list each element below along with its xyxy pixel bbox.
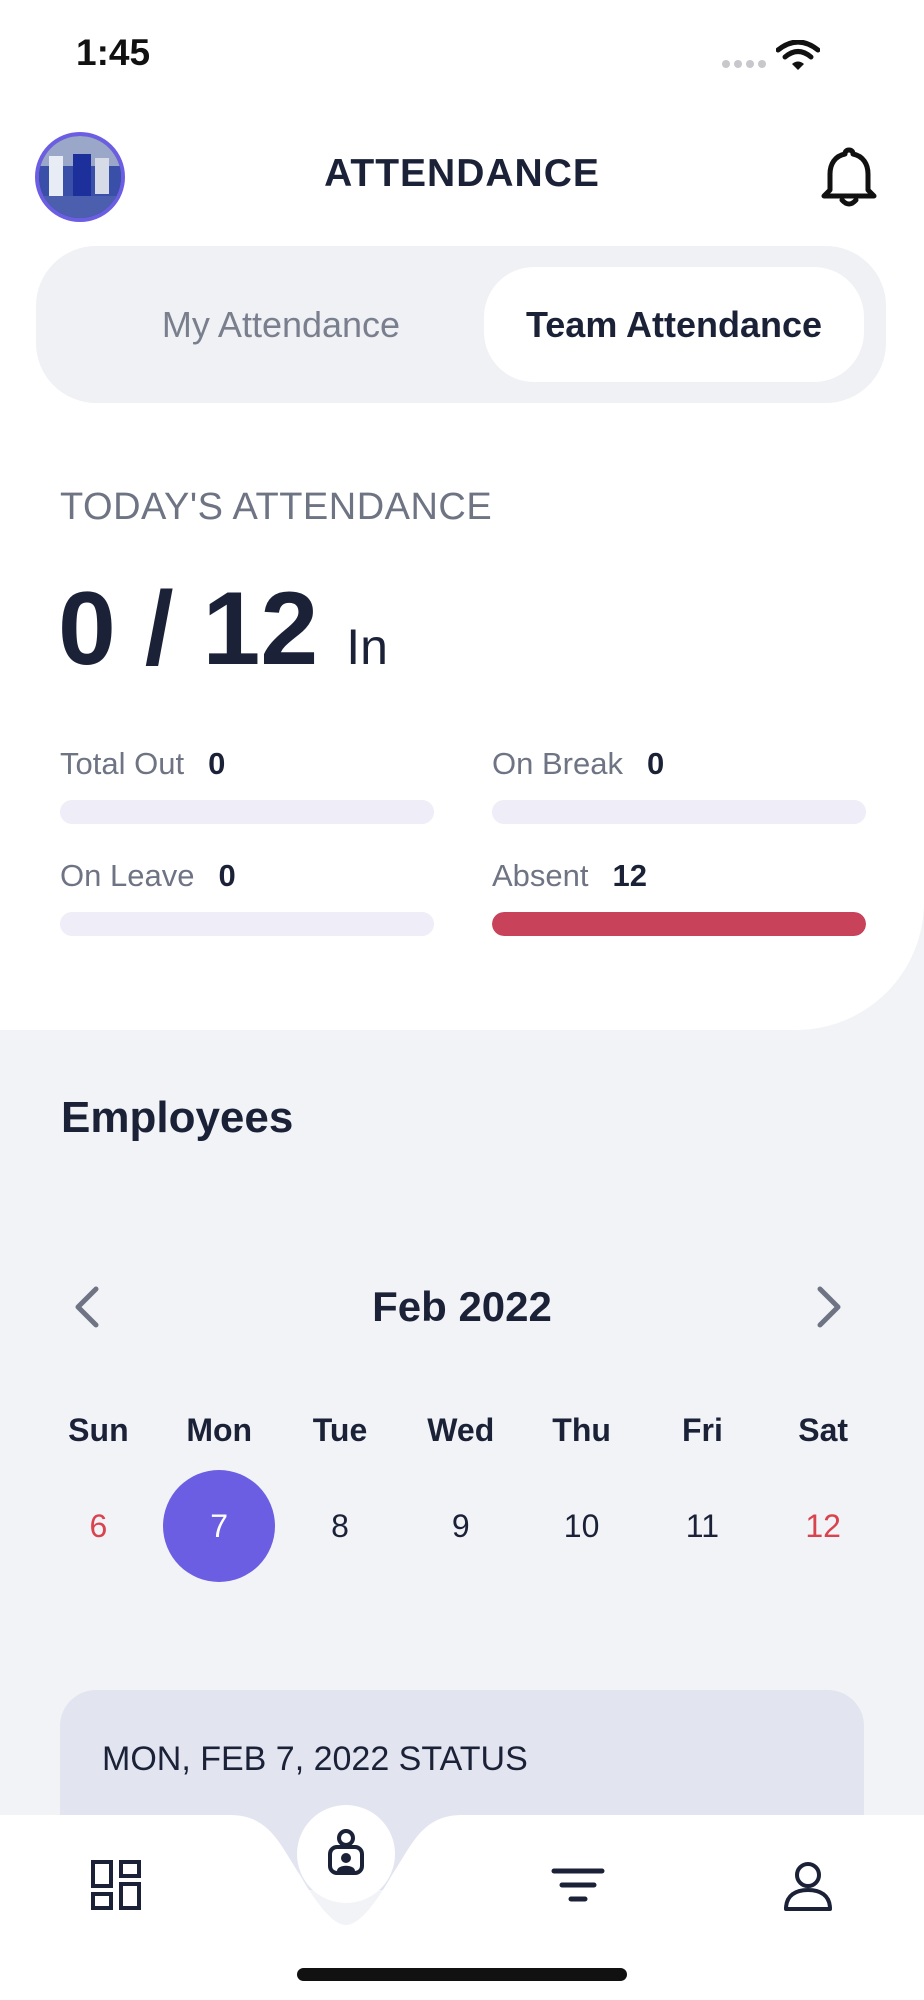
calendar-day-number: 6	[89, 1507, 108, 1544]
calendar-day[interactable]: 8	[280, 1470, 401, 1582]
metric-total-out: Total Out 0	[60, 746, 434, 824]
metric-label: Absent	[492, 858, 589, 893]
header: ATTENDANCE	[0, 120, 924, 240]
screen: 1:45 ATTENDANCE My Attendance Team Atten…	[0, 0, 924, 2000]
weekday-label: Tue	[312, 1412, 368, 1448]
weekday-label: Mon	[186, 1412, 253, 1448]
cellular-signal-icon	[722, 60, 766, 68]
calendar-week-row: 6 7 8 9 10 11 12	[38, 1470, 902, 1582]
attendance-count-value: 0 / 12	[58, 571, 319, 687]
metric-on-leave: On Leave 0	[60, 858, 434, 936]
bell-icon[interactable]	[818, 146, 880, 210]
metric-bar	[60, 800, 434, 824]
dashboard-icon[interactable]	[86, 1855, 146, 1915]
metric-value: 0	[208, 746, 226, 781]
metric-label: On Break	[492, 746, 623, 781]
chevron-right-icon[interactable]	[808, 1283, 848, 1331]
weekday-label: Thu	[552, 1412, 611, 1448]
calendar-month: Feb 2022	[372, 1283, 552, 1330]
metric-label: Total Out	[60, 746, 185, 781]
wifi-icon	[776, 40, 820, 70]
metric-label: On Leave	[60, 858, 195, 893]
metric-bar	[492, 912, 866, 936]
calendar-day-number: 11	[685, 1507, 719, 1544]
filter-icon[interactable]	[548, 1855, 608, 1915]
tab-team-attendance[interactable]: Team Attendance	[484, 267, 864, 382]
metric-value: 0	[646, 746, 665, 781]
calendar-day-number: 8	[331, 1507, 349, 1544]
calendar-day[interactable]: 10	[521, 1470, 642, 1582]
attendance-segmented-control: My Attendance Team Attendance	[36, 246, 886, 403]
calendar-day[interactable]: 6	[38, 1470, 159, 1582]
weekday-label: Sat	[798, 1412, 849, 1448]
home-indicator	[297, 1968, 627, 1981]
attendance-count: 0 / 12 In	[58, 570, 388, 689]
calendar-weekdays: Sun Mon Tue Wed Thu Fri Sat	[38, 1412, 902, 1449]
status-bar: 1:45	[0, 0, 924, 110]
page-title: ATTENDANCE	[324, 152, 600, 195]
todays-attendance-label: TODAY'S ATTENDANCE	[60, 486, 493, 528]
metric-on-break: On Break 0	[492, 746, 866, 824]
attendance-nav-button[interactable]	[297, 1805, 395, 1903]
metric-value: 0	[218, 858, 236, 893]
tab-my-attendance[interactable]: My Attendance	[76, 246, 486, 403]
weekday-label: Sun	[68, 1412, 129, 1448]
calendar-day-number: 9	[451, 1507, 470, 1544]
calendar-day-number: 10	[563, 1507, 600, 1544]
calendar-day-number: 12	[805, 1507, 841, 1544]
weekday-label: Fri	[681, 1412, 723, 1448]
calendar-day[interactable]: 7	[159, 1470, 280, 1582]
profile-icon[interactable]	[778, 1855, 838, 1915]
calendar-day[interactable]: 12	[763, 1470, 884, 1582]
calendar-day[interactable]: 11	[642, 1470, 763, 1582]
metric-value: 12	[612, 858, 647, 893]
attendance-icon	[328, 1829, 364, 1875]
attendance-count-unit: In	[346, 619, 388, 675]
weekday-label: Wed	[427, 1412, 495, 1448]
metric-bar-fill	[492, 912, 866, 936]
metric-bar	[60, 912, 434, 936]
calendar-day[interactable]: 9	[400, 1470, 521, 1582]
metric-absent: Absent 12	[492, 858, 866, 936]
calendar-day-number: 7	[163, 1470, 276, 1582]
metric-bar	[492, 800, 866, 824]
status-time: 1:45	[76, 32, 151, 73]
employees-title: Employees	[61, 1093, 294, 1142]
day-status-title: MON, FEB 7, 2022 STATUS	[102, 1740, 528, 1778]
